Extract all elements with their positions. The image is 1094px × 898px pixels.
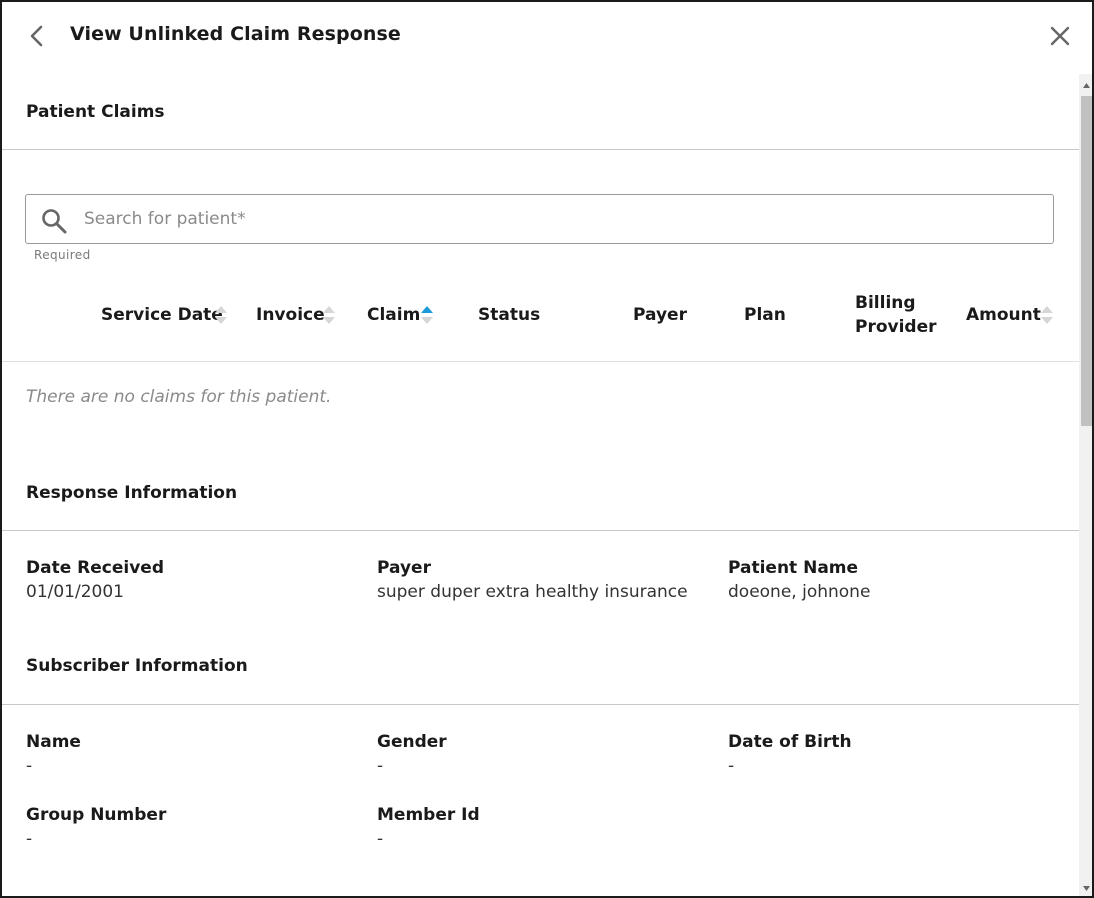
member-id-value: - [377,829,384,849]
column-header-invoice[interactable]: Invoice [256,303,325,327]
section-divider [2,704,1079,705]
patient-name-value: doeone, johnone [728,582,871,602]
gender-label: Gender [377,732,447,752]
date-received-label: Date Received [26,558,164,578]
column-header-plan: Plan [744,303,786,327]
caret-down-icon [1083,886,1090,891]
response-information-heading: Response Information [26,483,238,503]
group-number-label: Group Number [26,805,167,825]
close-icon [1050,26,1070,46]
column-label: Service Date [101,305,223,325]
column-label: Status [478,305,541,325]
subscriber-information-heading: Subscriber Information [26,656,248,676]
section-divider [2,149,1079,150]
group-number-value: - [26,829,33,849]
column-header-claim[interactable]: Claim [367,303,420,327]
column-header-billing-provider: Billing Provider [855,291,937,339]
sort-arrows-icon[interactable] [215,305,227,325]
patient-claims-heading: Patient Claims [26,102,165,122]
caret-up-icon [1083,83,1090,88]
member-id-label: Member Id [377,805,480,825]
payer-label: Payer [377,558,431,578]
vertical-scrollbar[interactable] [1079,74,1092,896]
column-header-status: Status [478,303,540,327]
subscriber-name-value: - [26,756,33,776]
section-divider [2,530,1079,531]
dialog-header: View Unlinked Claim Response [2,2,1092,74]
column-label: Amount [966,305,1041,325]
date-of-birth-value: - [728,756,735,776]
search-icon [42,209,67,234]
table-header-divider [2,361,1079,362]
back-button[interactable] [24,22,52,50]
patient-search-field[interactable] [25,194,1054,244]
gender-value: - [377,756,384,776]
close-button[interactable] [1046,22,1074,50]
column-label: Invoice [256,305,325,325]
column-label: Payer [633,305,687,325]
column-header-service-date[interactable]: Service Date [101,303,223,327]
scrollbar-thumb[interactable] [1081,96,1092,426]
dialog-content: Patient Claims Required Service Date Inv… [2,74,1079,896]
sort-arrows-icon[interactable] [1041,305,1053,325]
empty-claims-message: There are no claims for this patient. [26,387,332,407]
column-label-line: Billing [855,293,916,313]
subscriber-name-label: Name [26,732,81,752]
payer-value: super duper extra healthy insurance [377,582,688,602]
scroll-up-button[interactable] [1079,78,1092,92]
date-received-value: 01/01/2001 [26,582,124,602]
column-label: Claim [367,305,421,325]
claim-response-dialog: View Unlinked Claim Response Patient Cla… [0,0,1094,898]
chevron-left-icon [30,25,43,47]
sort-arrows-icon[interactable] [323,305,335,325]
date-of-birth-label: Date of Birth [728,732,852,752]
column-header-payer: Payer [633,303,687,327]
scroll-down-button[interactable] [1079,880,1092,894]
sort-ascending-icon[interactable] [421,305,433,325]
patient-search-input[interactable] [84,196,1044,242]
column-label: Plan [744,305,786,325]
column-header-amount[interactable]: Amount [966,303,1041,327]
search-required-hint: Required [34,248,91,262]
dialog-title: View Unlinked Claim Response [70,23,401,45]
column-label-line: Provider [855,317,937,337]
patient-name-label: Patient Name [728,558,859,578]
